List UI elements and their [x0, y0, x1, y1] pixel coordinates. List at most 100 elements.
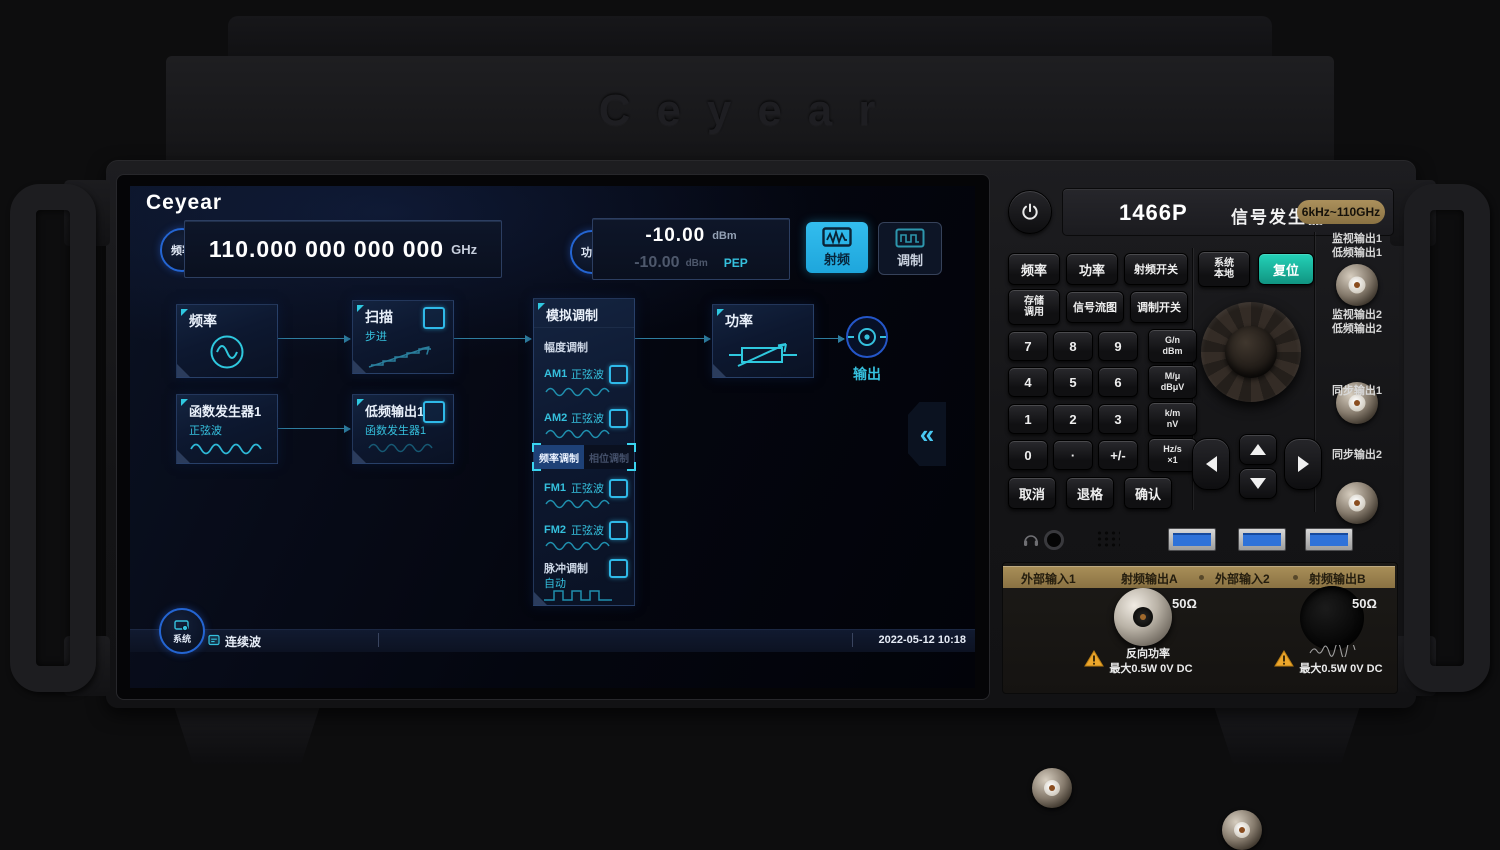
- sync-out2-label: 同步输出2: [1315, 448, 1399, 462]
- mod-button-label: 调制: [897, 250, 923, 269]
- power-readout[interactable]: -10.00 dBm -10.00 dBm PEP: [592, 218, 790, 280]
- lf-output-checkbox[interactable]: [423, 401, 445, 423]
- key-8[interactable]: 8: [1053, 331, 1093, 361]
- am1-checkbox[interactable]: [609, 365, 628, 384]
- key-4[interactable]: 4: [1008, 367, 1048, 397]
- key-unit-mu-dbuv[interactable]: M/μdBμV: [1148, 365, 1197, 399]
- analog-mod-title: 模拟调制: [546, 305, 598, 324]
- power-button[interactable]: [1008, 190, 1052, 234]
- system-button-label: 系统: [173, 632, 191, 645]
- arrow-down-key[interactable]: [1239, 468, 1277, 499]
- rf-out-b-label: 射频输出B: [1309, 570, 1366, 587]
- left-foot: [172, 700, 322, 764]
- pulse-checkbox[interactable]: [609, 559, 628, 578]
- key-9[interactable]: 9: [1098, 331, 1138, 361]
- block-function-generator[interactable]: 函数发生器1 正弦波: [176, 394, 278, 464]
- key-0[interactable]: 0: [1008, 440, 1048, 470]
- block-analog-modulation[interactable]: 模拟调制 幅度调制 AM1 正弦波 AM2 正弦波 频率调制 相位调制: [533, 298, 635, 606]
- n-connector-rf-out-a: [1114, 588, 1172, 646]
- block-sweep-title: 扫描: [365, 307, 393, 327]
- frequency-readout[interactable]: 110.000 000 000 000 GHz: [184, 220, 502, 278]
- tab-fm[interactable]: 频率调制: [534, 445, 584, 469]
- key-plus-minus[interactable]: +/-: [1098, 440, 1138, 470]
- up-arrow-icon: [1250, 444, 1266, 455]
- am1-label: AM1: [544, 368, 567, 380]
- am2-checkbox[interactable]: [609, 409, 628, 428]
- mod-pulse-icon: [895, 228, 925, 248]
- pulse-wave-icon: [542, 587, 624, 603]
- key-frequency[interactable]: 频率: [1008, 253, 1060, 285]
- key-5[interactable]: 5: [1053, 367, 1093, 397]
- power-unit: dBm: [712, 230, 736, 242]
- fm1-checkbox[interactable]: [609, 479, 628, 498]
- key-1[interactable]: 1: [1008, 404, 1048, 434]
- key-unit-km-nv[interactable]: k/mnV: [1148, 402, 1197, 436]
- key-confirm[interactable]: 确认: [1124, 477, 1172, 509]
- block-sweep[interactable]: 扫描 步进: [352, 300, 454, 374]
- am1-sine-icon: [544, 385, 614, 399]
- handwritten-marking: [1308, 645, 1358, 657]
- lf-out1-label: 低频输出1: [1315, 246, 1399, 260]
- fm2-waveform: 正弦波: [571, 522, 604, 538]
- band-screw-2: [1293, 575, 1298, 580]
- power-icon: [1020, 202, 1040, 222]
- rotary-knob[interactable]: [1201, 302, 1301, 402]
- fm1-label: FM1: [544, 482, 566, 494]
- key-7[interactable]: 7: [1008, 331, 1048, 361]
- key-reset[interactable]: 复位: [1258, 253, 1314, 285]
- down-arrow-icon: [1250, 478, 1266, 489]
- sine-circle-icon: [208, 333, 246, 371]
- monitor-out2-label: 监视输出2: [1315, 308, 1399, 322]
- rf-toggle-button[interactable]: 射频: [806, 222, 868, 273]
- pulse-mod-label: 脉冲调制: [544, 560, 588, 576]
- nameplate: 1466P 信号发生器 6kHz~110GHz: [1062, 188, 1394, 236]
- key-mod-switch[interactable]: 调制开关: [1130, 291, 1188, 323]
- key-store-recall[interactable]: 存储调用: [1008, 289, 1060, 325]
- key-2[interactable]: 2: [1053, 404, 1093, 434]
- usb-port-3: [1305, 528, 1353, 551]
- key-signal-flow[interactable]: 信号流图: [1066, 291, 1124, 323]
- arrow-right-key[interactable]: [1284, 438, 1322, 490]
- mod-toggle-button[interactable]: 调制: [878, 222, 942, 275]
- key-unit-hzs-x1[interactable]: Hz/s×1: [1148, 438, 1197, 472]
- right-handle: [1404, 184, 1490, 692]
- arrow-left-key[interactable]: [1192, 438, 1230, 490]
- key-6[interactable]: 6: [1098, 367, 1138, 397]
- left-handle: [10, 184, 96, 692]
- key-system-local[interactable]: 系统本地: [1198, 251, 1250, 287]
- cw-mode-label: 连续波: [225, 633, 261, 650]
- key-backspace[interactable]: 退格: [1066, 477, 1114, 509]
- key-unit-gn-dbm[interactable]: G/ndBm: [1148, 329, 1197, 363]
- output-node[interactable]: [844, 314, 890, 360]
- touchscreen-display: Ceyear 频率 110.000 000 000 000 GHz 功率 -10…: [130, 186, 975, 688]
- key-3[interactable]: 3: [1098, 404, 1138, 434]
- block-frequency-title: 频率: [189, 311, 217, 331]
- block-frequency[interactable]: 频率: [176, 304, 278, 378]
- headphone-icon: [1022, 531, 1040, 547]
- system-button[interactable]: 系统: [159, 608, 205, 654]
- key-decimal[interactable]: ·: [1053, 440, 1093, 470]
- lf-out2-label: 低频输出2: [1315, 322, 1399, 336]
- am2-label: AM2: [544, 412, 567, 424]
- key-cancel[interactable]: 取消: [1008, 477, 1056, 509]
- fm2-checkbox[interactable]: [609, 521, 628, 540]
- left-arrow-icon: [1206, 456, 1217, 472]
- speaker-grille: [1096, 530, 1120, 548]
- am1-waveform: 正弦波: [571, 366, 604, 382]
- sweep-checkbox[interactable]: [423, 307, 445, 329]
- right-arrow-icon: [1298, 456, 1309, 472]
- brand-logo: Ceyear: [146, 191, 222, 215]
- block-lf-output[interactable]: 低频输出1 函数发生器1: [352, 394, 454, 464]
- rf-button-label: 射频: [824, 249, 850, 268]
- sidebar-collapse-button[interactable]: «: [908, 402, 946, 466]
- fm1-sine-icon: [544, 497, 614, 511]
- key-power[interactable]: 功率: [1066, 253, 1118, 285]
- key-rf-switch[interactable]: 射频开关: [1124, 253, 1188, 285]
- block-power[interactable]: 功率: [712, 304, 814, 378]
- am2-waveform: 正弦波: [571, 410, 604, 426]
- arrow-mod-to-power: [633, 338, 710, 339]
- model-number: 1466P: [1119, 200, 1188, 226]
- arrow-up-key[interactable]: [1239, 434, 1277, 465]
- funcgen-wave-label: 正弦波: [189, 422, 222, 438]
- fm1-waveform: 正弦波: [571, 480, 604, 496]
